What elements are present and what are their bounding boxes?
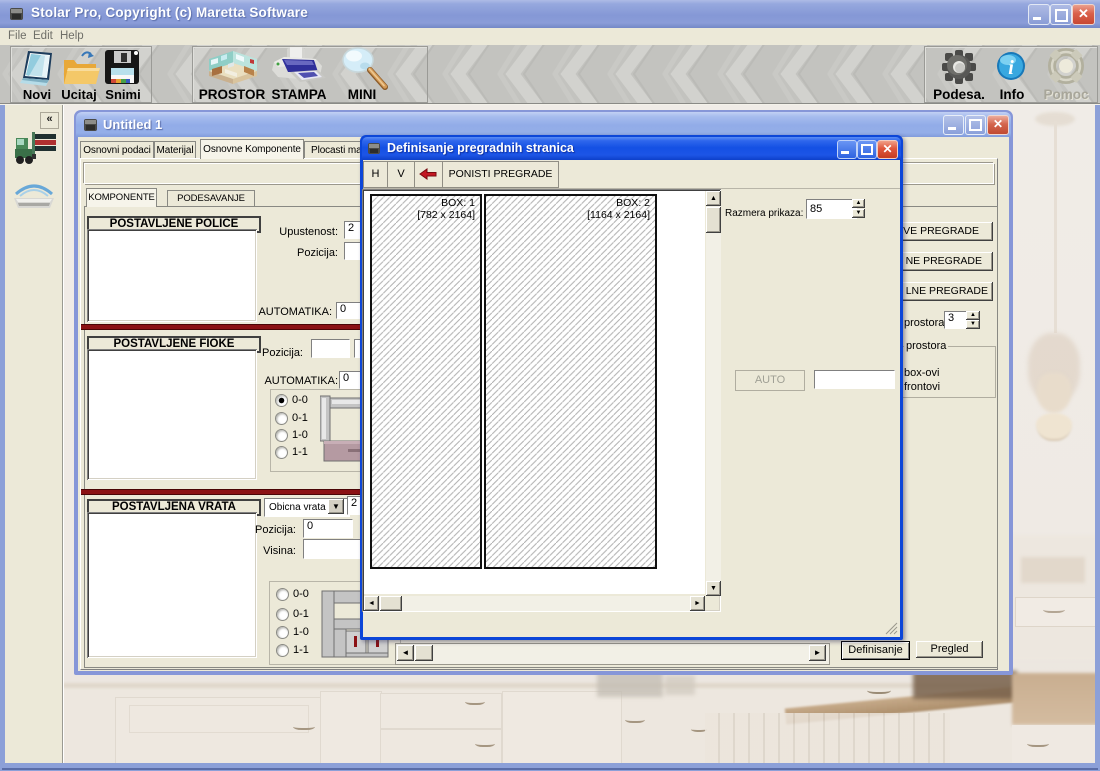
- svg-text:i: i: [1008, 57, 1014, 79]
